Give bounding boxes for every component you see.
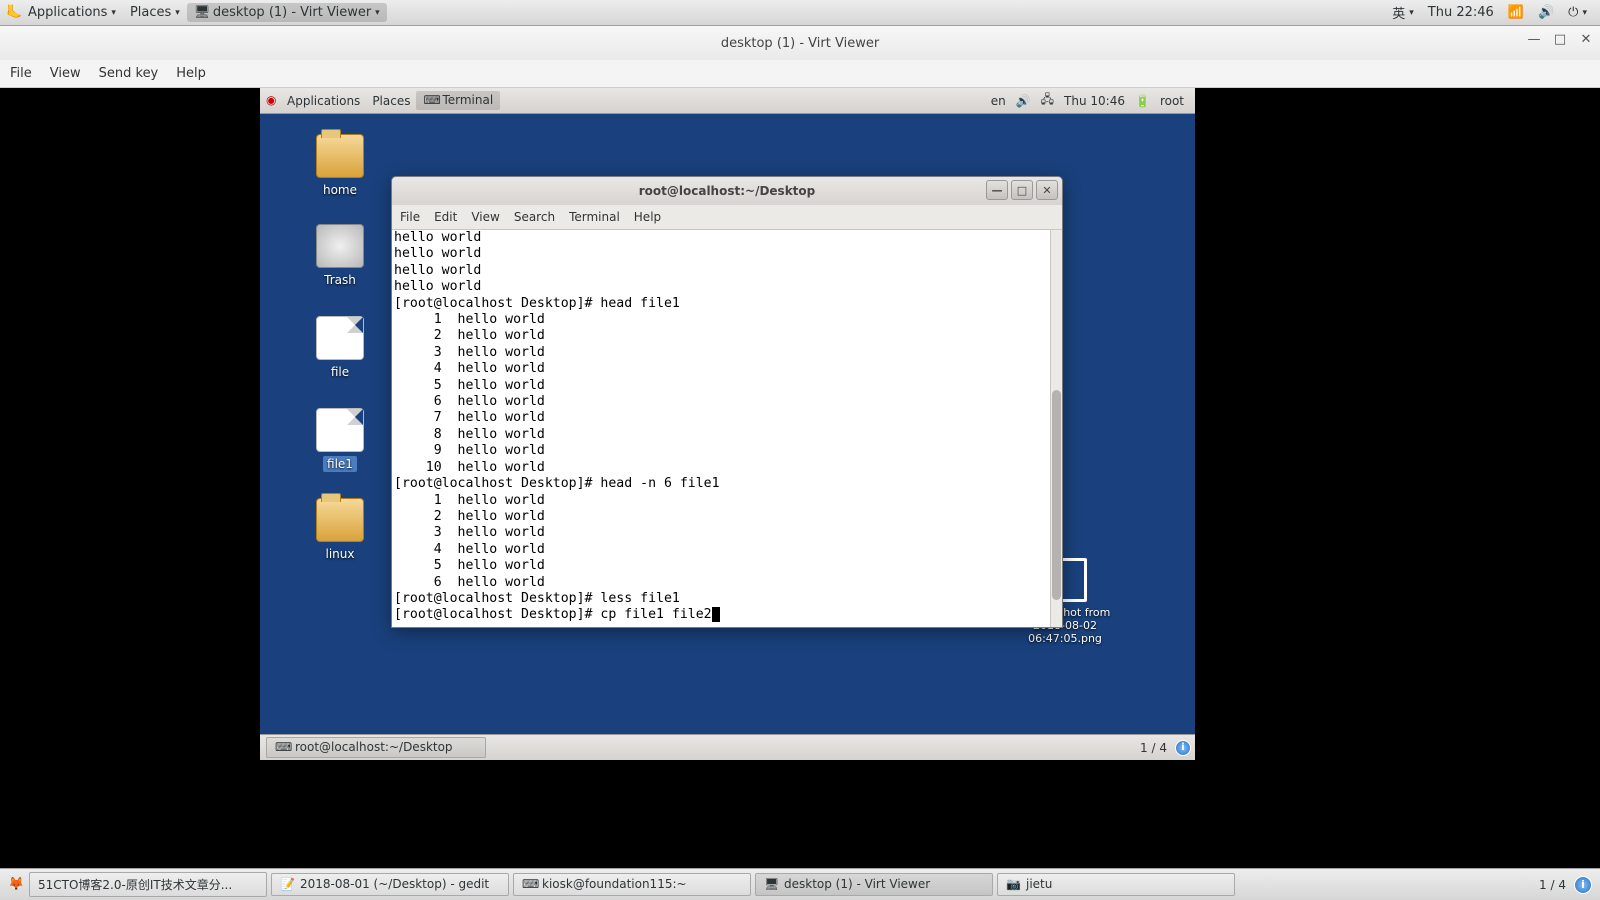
guest-notification-icon[interactable]: i [1175, 740, 1191, 756]
host-task-2[interactable]: ⌨kiosk@foundation115:~ [513, 873, 751, 896]
virt-viewer-icon: 🖥 [194, 5, 209, 20]
term-menu-search[interactable]: Search [514, 210, 555, 224]
virt-viewer-title: desktop (1) - Virt Viewer [721, 36, 879, 51]
term-menu-terminal[interactable]: Terminal [569, 210, 620, 224]
host-task-4[interactable]: 📷jietu [997, 873, 1235, 896]
firefox-icon[interactable]: 🦊 [8, 877, 23, 892]
vv-menu-help[interactable]: Help [176, 66, 206, 81]
host-task-1[interactable]: 📝2018-08-01 (~/Desktop) - gedit [271, 873, 509, 896]
host-bottom-taskbar: 🦊 51CTO博客2.0-原创IT技术文章分... 📝2018-08-01 (~… [0, 868, 1600, 900]
virt-viewer-titlebar[interactable]: desktop (1) - Virt Viewer — □ ✕ [0, 26, 1600, 60]
trash-icon [316, 224, 364, 268]
host-notification-icon[interactable]: i [1574, 876, 1592, 894]
term-menu-edit[interactable]: Edit [434, 210, 457, 224]
scrollbar-thumb[interactable] [1052, 390, 1061, 600]
guest-terminal-window: root@localhost:~/Desktop — □ ✕ File Edit… [391, 176, 1063, 628]
vv-menu-view[interactable]: View [50, 66, 81, 81]
virt-viewer-icon: 🖥 [764, 877, 779, 892]
host-power-icon[interactable]: ⏻ ▾ [1561, 3, 1594, 22]
vv-menu-sendkey[interactable]: Send key [99, 66, 159, 81]
gedit-icon: 📝 [280, 877, 295, 892]
terminal-minimize-button[interactable]: — [986, 180, 1008, 200]
guest-lang-indicator[interactable]: en [986, 94, 1011, 108]
terminal-icon: ⌨ [423, 93, 438, 108]
guest-user-indicator[interactable]: root [1155, 94, 1189, 108]
term-menu-help[interactable]: Help [634, 210, 661, 224]
terminal-output[interactable]: hello world hello world hello world hell… [392, 230, 1062, 627]
guest-battery-icon[interactable]: 🔋 [1130, 94, 1155, 108]
desktop-icon-trash[interactable]: Trash [300, 224, 380, 288]
app-icon: 📷 [1006, 877, 1021, 892]
desktop-icon-file1[interactable]: file1 [300, 408, 380, 472]
terminal-menubar: File Edit View Search Terminal Help [392, 205, 1062, 230]
guest-clock[interactable]: Thu 10:46 [1059, 94, 1130, 108]
host-workspace-indicator[interactable]: 1 / 4 [1531, 878, 1574, 892]
window-close-button[interactable]: ✕ [1578, 32, 1594, 47]
folder-icon [316, 498, 364, 542]
host-menu-applications[interactable]: Applications ▾ [21, 3, 123, 22]
terminal-icon: ⌨ [275, 740, 290, 755]
gnome-foot-icon: 🦶 [6, 5, 21, 20]
term-menu-view[interactable]: View [471, 210, 499, 224]
host-panel-task-virt-viewer[interactable]: 🖥 desktop (1) - Virt Viewer ▾ [187, 3, 387, 22]
vv-menu-file[interactable]: File [10, 66, 32, 81]
terminal-icon: ⌨ [522, 877, 537, 892]
virt-viewer-window: desktop (1) - Virt Viewer — □ ✕ File Vie… [0, 26, 1600, 868]
host-volume-icon[interactable]: 🔊 [1531, 3, 1561, 22]
window-minimize-button[interactable]: — [1526, 32, 1542, 47]
term-menu-file[interactable]: File [400, 210, 420, 224]
guest-taskbar-item-terminal[interactable]: ⌨ root@localhost:~/Desktop [266, 737, 486, 758]
guest-bottom-panel: ⌨ root@localhost:~/Desktop 1 / 4 i [260, 734, 1195, 760]
terminal-close-button[interactable]: ✕ [1036, 180, 1058, 200]
file-icon [316, 408, 364, 452]
guest-panel-task-terminal[interactable]: ⌨ Terminal [416, 91, 500, 110]
virt-viewer-menubar: File View Send key Help [0, 60, 1600, 88]
guest-desktop[interactable]: ◉ Applications Places ⌨ Terminal en 🔊 🖧 … [260, 88, 1195, 760]
terminal-cursor [712, 607, 720, 622]
desktop-icon-home[interactable]: home [300, 134, 380, 198]
host-ime-indicator[interactable]: 英 ▾ [1385, 1, 1421, 24]
redhat-icon: ◉ [266, 93, 281, 108]
terminal-titlebar[interactable]: root@localhost:~/Desktop — □ ✕ [392, 177, 1062, 205]
guest-workspace-indicator[interactable]: 1 / 4 [1132, 741, 1175, 755]
host-task-3[interactable]: 🖥desktop (1) - Virt Viewer [755, 873, 993, 896]
folder-home-icon [316, 134, 364, 178]
guest-menu-applications[interactable]: Applications [281, 92, 366, 110]
guest-volume-icon[interactable]: 🔊 [1011, 94, 1036, 108]
window-maximize-button[interactable]: □ [1552, 32, 1568, 47]
desktop-icon-linux[interactable]: linux [300, 498, 380, 562]
host-task-0[interactable]: 51CTO博客2.0-原创IT技术文章分... [29, 872, 267, 897]
vm-display-area[interactable]: ◉ Applications Places ⌨ Terminal en 🔊 🖧 … [0, 88, 1600, 868]
host-menu-places[interactable]: Places ▾ [123, 3, 187, 22]
host-clock[interactable]: Thu 22:46 [1421, 3, 1501, 22]
guest-network-icon[interactable]: 🖧 [1036, 90, 1059, 111]
host-top-panel: 🦶 Applications ▾ Places ▾ 🖥 desktop (1) … [0, 0, 1600, 26]
guest-top-panel: ◉ Applications Places ⌨ Terminal en 🔊 🖧 … [260, 88, 1195, 114]
terminal-scrollbar[interactable] [1050, 230, 1062, 627]
guest-menu-places[interactable]: Places [366, 92, 416, 110]
file-icon [316, 316, 364, 360]
terminal-maximize-button[interactable]: □ [1011, 180, 1033, 200]
host-network-icon[interactable]: 📶 [1501, 3, 1531, 22]
desktop-icon-file[interactable]: file [300, 316, 380, 380]
